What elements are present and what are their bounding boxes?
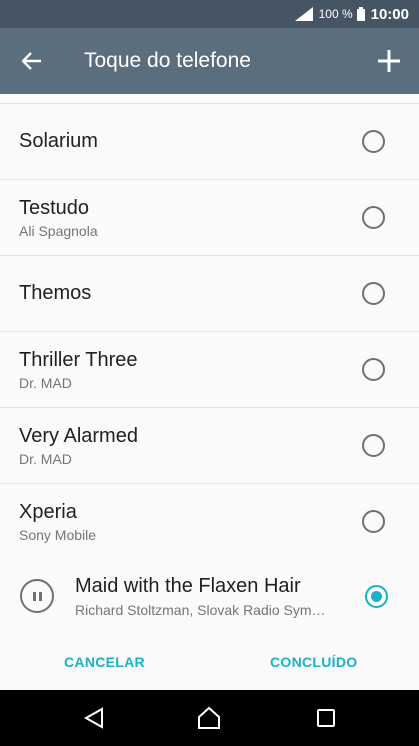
triangle-back-icon: [83, 707, 103, 729]
battery-percent: 100 %: [318, 7, 353, 21]
ringtone-name: Xperia: [19, 500, 77, 523]
battery-icon: [356, 7, 365, 21]
ringtone-radio[interactable]: [362, 130, 385, 153]
ringtone-artist: Ali Spagnola: [19, 222, 98, 239]
nav-back-button[interactable]: [80, 704, 108, 732]
ringtone-name: Solarium: [19, 130, 98, 152]
ringtone-row-solarium[interactable]: Solarium: [0, 104, 419, 180]
page-title: Toque do telefone: [84, 49, 251, 72]
ringtone-row-thriller-three[interactable]: Thriller Three Dr. MAD: [0, 332, 419, 408]
radio-selected-dot: [371, 590, 382, 602]
ringtone-name: Very Alarmed: [19, 424, 138, 447]
done-button[interactable]: CONCLUÍDO: [270, 654, 357, 670]
pause-icon: [32, 591, 42, 601]
clock: 10:00: [370, 5, 409, 23]
ringtone-radio[interactable]: [362, 358, 385, 381]
cancel-button[interactable]: CANCELAR: [64, 654, 145, 670]
ringtone-artist: Sony Mobile: [19, 526, 97, 543]
ringtone-row-very-alarmed[interactable]: Very Alarmed Dr. MAD: [0, 408, 419, 484]
home-icon: [198, 706, 220, 729]
ringtone-row-xperia[interactable]: Xperia Sony Mobile: [0, 484, 419, 558]
ringtone-artist: Dr. MAD: [19, 450, 72, 467]
ringtone-name: Testudo: [19, 196, 90, 219]
ringtone-name: Themos: [19, 282, 92, 304]
now-playing-artist: Richard Stoltzman, Slovak Radio Sym…: [75, 601, 326, 618]
recents-icon: [317, 709, 335, 727]
ringtone-name: Thriller Three: [19, 348, 138, 371]
now-playing-radio-selected[interactable]: [365, 584, 388, 608]
ringtone-list[interactable]: Solarium Testudo Ali Spagnola Themos Thr…: [0, 94, 419, 558]
pause-button[interactable]: [20, 579, 54, 613]
ringtone-artist: Dr. MAD: [19, 374, 72, 391]
add-ringtone-button[interactable]: [359, 28, 419, 94]
app-bar: Toque do telefone: [0, 28, 419, 94]
ringtone-radio[interactable]: [362, 510, 385, 533]
ringtone-radio[interactable]: [362, 434, 385, 457]
ringtone-row-themos[interactable]: Themos: [0, 256, 419, 332]
signal-icon: [294, 7, 313, 21]
dialog-actions: CANCELAR CONCLUÍDO: [0, 634, 419, 690]
now-playing-name: Maid with the Flaxen Hair: [75, 574, 301, 597]
plus-icon: [378, 50, 400, 72]
navigation-bar: [0, 690, 419, 746]
ringtone-radio[interactable]: [362, 206, 385, 229]
now-playing-row[interactable]: Maid with the Flaxen Hair Richard Stoltz…: [0, 558, 419, 634]
arrow-back-icon: [22, 52, 41, 70]
ringtone-row-testudo[interactable]: Testudo Ali Spagnola: [0, 180, 419, 256]
back-button[interactable]: [0, 28, 64, 94]
status-bar: 100 % 10:00: [0, 0, 419, 28]
list-top-edge: [0, 94, 419, 104]
nav-home-button[interactable]: [195, 704, 223, 732]
nav-recents-button[interactable]: [312, 704, 340, 732]
ringtone-radio[interactable]: [362, 282, 385, 305]
